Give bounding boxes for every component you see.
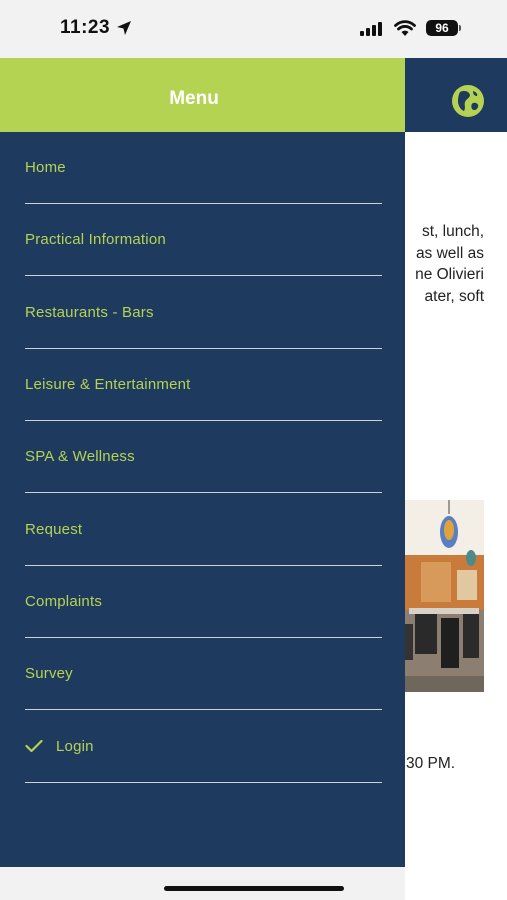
menu-item-restaurants-bars[interactable]: Restaurants - Bars [25,277,382,349]
background-text-line: ater, soft [424,288,484,305]
background-header [405,58,507,132]
status-time: 11:23 [60,17,111,38]
menu-item-label: Complaints [25,593,103,610]
restaurant-photo [405,500,484,692]
menu-item-login[interactable]: Login [25,711,382,783]
menu-item-practical-information[interactable]: Practical Information [25,204,382,276]
menu-item-complaints[interactable]: Complaints [25,566,382,638]
checkmark-icon [25,739,43,753]
menu-item-label: Request [25,521,83,538]
menu-item-spa-wellness[interactable]: SPA & Wellness [25,421,382,493]
wifi-icon [394,20,416,36]
opening-hours-text: 30 PM. [406,755,456,772]
menu-item-label: Survey [25,665,73,682]
menu-item-label: SPA & Wellness [25,448,135,465]
battery-cap [459,25,461,31]
menu-item-request[interactable]: Request [25,494,382,566]
background-page: st, lunch, as well as ne Olivieri ater, … [405,58,507,900]
background-text-line: as well as [415,245,484,262]
home-indicator[interactable] [164,886,344,891]
menu-item-survey[interactable]: Survey [25,638,382,710]
menu-item-leisure-entertainment[interactable]: Leisure & Entertainment [25,349,382,421]
cellular-signal-icon [360,22,382,36]
menu-item-label: Leisure & Entertainment [25,376,191,393]
globe-icon[interactable] [451,84,485,118]
location-arrow-icon [117,21,131,35]
menu-item-label: Login [56,738,94,755]
battery-indicator: 96 [426,20,458,36]
menu-item-label: Restaurants - Bars [25,304,154,321]
menu-item-home[interactable]: Home [25,132,382,204]
drawer-header: Menu [0,58,405,132]
side-drawer: Menu Home Practical Information Restaura… [0,58,405,867]
background-text-line: ne Olivieri [415,266,484,283]
status-bar: 11:23 96 [0,0,507,58]
menu-item-label: Home [25,159,66,176]
menu-item-label: Practical Information [25,231,166,248]
background-text-line: st, lunch, [421,223,484,240]
drawer-title: Menu [169,88,219,109]
